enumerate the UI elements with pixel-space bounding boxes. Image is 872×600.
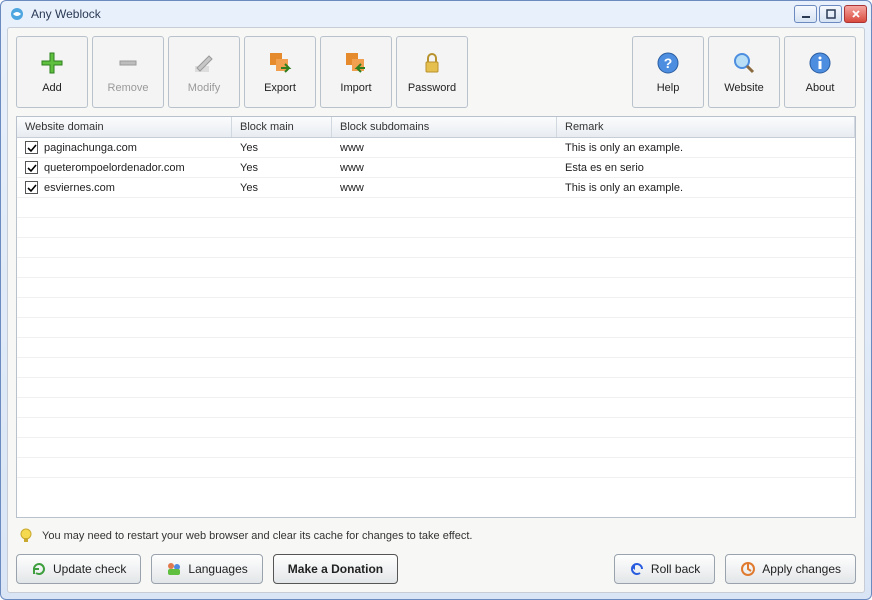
add-button[interactable]: Add — [16, 36, 88, 108]
update-check-label: Update check — [53, 562, 126, 576]
undo-icon — [629, 561, 645, 577]
export-icon — [267, 50, 293, 76]
maximize-button[interactable] — [819, 5, 842, 23]
bottom-bar: Update check Languages Make a Donation R… — [16, 554, 856, 584]
app-icon — [9, 6, 25, 22]
languages-button[interactable]: Languages — [151, 554, 262, 584]
export-button[interactable]: Export — [244, 36, 316, 108]
about-label: About — [806, 82, 835, 94]
update-icon — [31, 561, 47, 577]
block-sub-cell: www — [332, 162, 557, 174]
remark-cell: This is only an example. — [557, 182, 855, 194]
table-header: Website domain Block main Block subdomai… — [17, 117, 855, 138]
minimize-button[interactable] — [794, 5, 817, 23]
column-block-main[interactable]: Block main — [232, 117, 332, 137]
apply-changes-label: Apply changes — [762, 562, 841, 576]
table-row[interactable]: esviernes.com YeswwwThis is only an examp… — [17, 178, 855, 198]
domain-cell: esviernes.com — [44, 182, 115, 194]
column-domain[interactable]: Website domain — [17, 117, 232, 137]
window-title: Any Weblock — [31, 7, 794, 21]
column-block-subdomains[interactable]: Block subdomains — [332, 117, 557, 137]
table-row[interactable]: paginachunga.com YeswwwThis is only an ex… — [17, 138, 855, 158]
app-window: Any Weblock Add Remove Modify Export — [0, 0, 872, 600]
domain-cell: queterompoelordenador.com — [44, 162, 185, 174]
modify-button[interactable]: Modify — [168, 36, 240, 108]
import-label: Import — [340, 82, 371, 94]
info-icon — [807, 50, 833, 76]
website-label: Website — [724, 82, 764, 94]
magnifier-icon — [731, 50, 757, 76]
donation-label: Make a Donation — [288, 562, 383, 576]
donation-button[interactable]: Make a Donation — [273, 554, 398, 584]
remark-cell: This is only an example. — [557, 142, 855, 154]
window-controls — [794, 5, 867, 23]
hint-bar: You may need to restart your web browser… — [18, 528, 854, 544]
modify-label: Modify — [188, 82, 220, 94]
row-checkbox[interactable] — [25, 181, 38, 194]
export-label: Export — [264, 82, 296, 94]
table-body[interactable]: paginachunga.comYeswwwThis is only an ex… — [17, 138, 855, 517]
pencil-icon — [191, 50, 217, 76]
table-row[interactable]: queterompoelordenador.com YeswwwEsta es e… — [17, 158, 855, 178]
minus-icon — [115, 50, 141, 76]
apply-icon — [740, 561, 756, 577]
help-icon: ? — [655, 50, 681, 76]
block-main-cell: Yes — [232, 142, 332, 154]
import-icon — [343, 50, 369, 76]
block-main-cell: Yes — [232, 162, 332, 174]
lightbulb-icon — [18, 528, 34, 544]
languages-label: Languages — [188, 562, 247, 576]
block-sub-cell: www — [332, 182, 557, 194]
update-check-button[interactable]: Update check — [16, 554, 141, 584]
roll-back-button[interactable]: Roll back — [614, 554, 715, 584]
add-label: Add — [42, 82, 62, 94]
roll-back-label: Roll back — [651, 562, 700, 576]
help-label: Help — [657, 82, 680, 94]
remark-cell: Esta es en serio — [557, 162, 855, 174]
content-area: Add Remove Modify Export Import Password — [7, 27, 865, 593]
plus-icon — [39, 50, 65, 76]
people-icon — [166, 561, 182, 577]
hint-text: You may need to restart your web browser… — [42, 530, 472, 542]
apply-changes-button[interactable]: Apply changes — [725, 554, 856, 584]
import-button[interactable]: Import — [320, 36, 392, 108]
block-sub-cell: www — [332, 142, 557, 154]
block-main-cell: Yes — [232, 182, 332, 194]
remove-button[interactable]: Remove — [92, 36, 164, 108]
svg-text:?: ? — [664, 55, 673, 71]
remove-label: Remove — [108, 82, 149, 94]
column-remark[interactable]: Remark — [557, 117, 855, 137]
password-button[interactable]: Password — [396, 36, 468, 108]
about-button[interactable]: About — [784, 36, 856, 108]
domain-cell: paginachunga.com — [44, 142, 137, 154]
password-label: Password — [408, 82, 456, 94]
website-button[interactable]: Website — [708, 36, 780, 108]
row-checkbox[interactable] — [25, 161, 38, 174]
row-checkbox[interactable] — [25, 141, 38, 154]
toolbar: Add Remove Modify Export Import Password — [16, 36, 856, 108]
help-button[interactable]: ? Help — [632, 36, 704, 108]
close-button[interactable] — [844, 5, 867, 23]
domain-table: Website domain Block main Block subdomai… — [16, 116, 856, 518]
titlebar[interactable]: Any Weblock — [1, 1, 871, 27]
lock-icon — [419, 50, 445, 76]
